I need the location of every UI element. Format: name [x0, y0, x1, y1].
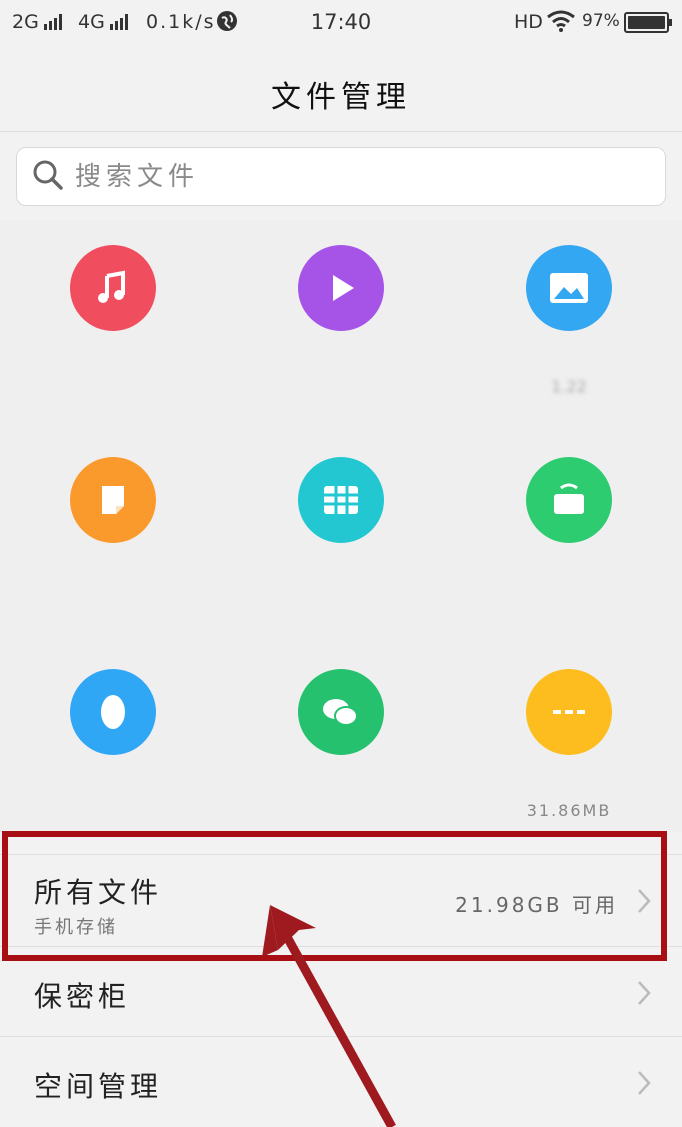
category-packages[interactable]	[469, 457, 669, 657]
document-icon	[70, 457, 156, 543]
chevron-right-icon	[638, 1071, 651, 1095]
wifi-icon	[546, 10, 576, 32]
category-size	[241, 801, 441, 821]
category-size	[13, 589, 213, 609]
all-files-row[interactable]: 所有文件 手机存储 21.98GB 可用	[0, 854, 682, 946]
safe-box-row[interactable]: 保密柜	[0, 946, 682, 1036]
wechat-icon	[298, 669, 384, 755]
package-icon	[526, 457, 612, 543]
category-size	[241, 589, 441, 609]
qq-icon	[70, 669, 156, 755]
category-label	[13, 769, 213, 793]
space-management-row[interactable]: 空间管理	[0, 1036, 682, 1127]
hd-badge: HD	[514, 11, 543, 33]
status-bar: 2G 4G 0.1k/s 17:40 HD 97%	[0, 0, 682, 48]
category-archives[interactable]	[241, 457, 441, 657]
search-box[interactable]	[16, 147, 666, 206]
chevron-right-icon	[638, 981, 651, 1005]
category-label	[241, 769, 441, 793]
space-management-title: 空间管理	[34, 1070, 163, 1103]
category-images[interactable]: 1.22	[469, 245, 669, 445]
category-grid: 1.22 31.86MB	[0, 220, 682, 832]
all-files-title: 所有文件	[34, 876, 163, 909]
category-label	[469, 345, 669, 369]
category-size: 1.22	[551, 377, 587, 396]
all-files-subtitle: 手机存储	[34, 917, 118, 938]
safe-box-title: 保密柜	[34, 980, 131, 1013]
category-size	[469, 589, 669, 609]
category-music[interactable]	[13, 245, 213, 445]
title-bar: 文件管理	[0, 48, 682, 132]
page-title: 文件管理	[271, 80, 411, 115]
battery-icon	[624, 12, 672, 33]
category-wechat[interactable]	[241, 669, 441, 869]
category-label	[13, 557, 213, 581]
more-dots-icon	[526, 669, 612, 755]
category-size	[13, 377, 213, 397]
music-icon	[70, 245, 156, 331]
category-label	[13, 345, 213, 369]
category-label	[241, 557, 441, 581]
category-label	[241, 345, 441, 369]
video-play-icon	[298, 245, 384, 331]
category-size	[13, 801, 213, 821]
available-storage: 21.98GB 可用	[455, 893, 618, 917]
category-size	[241, 377, 441, 397]
category-label	[469, 557, 669, 581]
search-icon	[31, 158, 65, 196]
grid-table-icon	[298, 457, 384, 543]
category-size: 31.86MB	[526, 801, 612, 820]
category-video[interactable]	[241, 245, 441, 445]
image-icon	[526, 245, 612, 331]
search-input[interactable]	[75, 161, 635, 192]
battery-percent: 97%	[582, 11, 620, 31]
clock: 17:40	[310, 10, 372, 34]
category-documents[interactable]	[13, 457, 213, 657]
category-more[interactable]: 31.86MB	[469, 669, 669, 869]
category-label	[469, 769, 669, 793]
category-qq[interactable]	[13, 669, 213, 869]
chevron-right-icon	[638, 889, 651, 913]
